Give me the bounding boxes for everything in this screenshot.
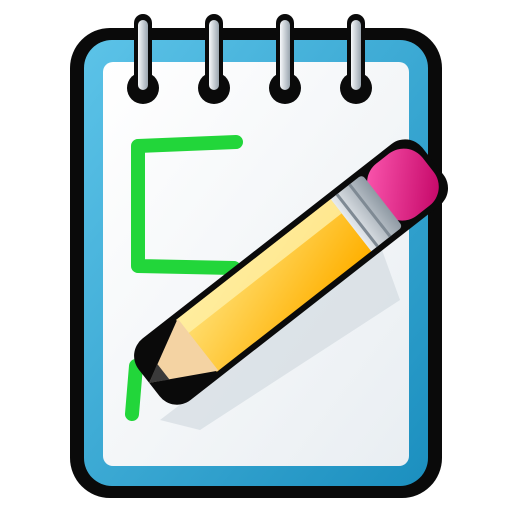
notepad-icon	[0, 0, 512, 512]
notepad-svg	[70, 14, 449, 498]
